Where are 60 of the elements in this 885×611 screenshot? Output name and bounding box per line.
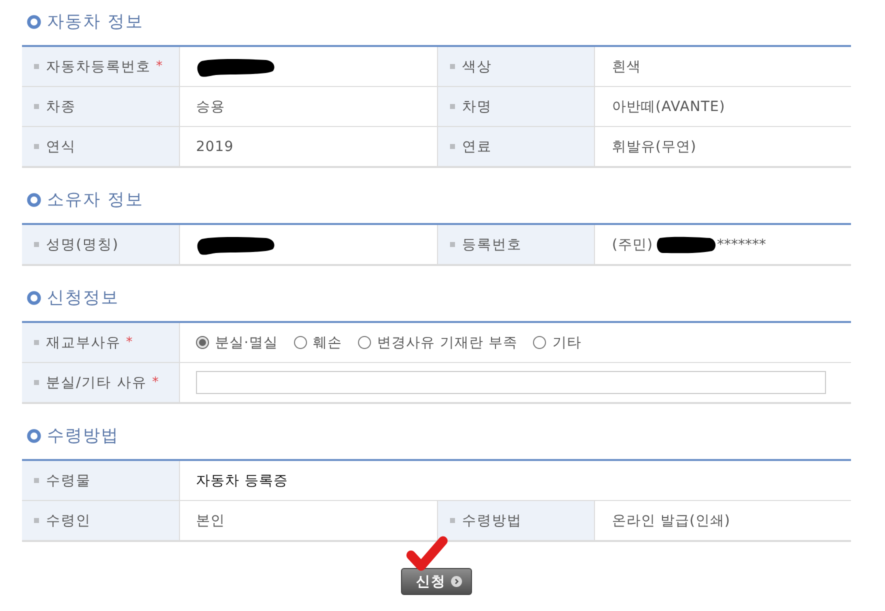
bullet-icon [34, 144, 39, 149]
bullet-icon [34, 104, 39, 109]
field-label: 성명(명칭) [46, 236, 119, 254]
text-input[interactable] [196, 371, 826, 394]
field-value: 자동차 등록증 [196, 472, 288, 490]
field-label: 수령방법 [462, 512, 522, 530]
ring-icon [27, 193, 41, 207]
submit-button[interactable]: 신청 [401, 568, 472, 595]
bullet-icon [450, 242, 455, 247]
redaction-mark [654, 234, 717, 254]
field-value: 본인 [196, 512, 225, 530]
required-mark: * [126, 335, 132, 350]
field-value: 휘발유(무연) [612, 138, 696, 156]
chevron-icon [451, 576, 462, 587]
field-value: 2019 [196, 138, 234, 154]
masked-digits: ******* [716, 236, 766, 252]
bullet-icon [450, 64, 455, 69]
bullet-icon [34, 64, 39, 69]
radio-button[interactable] [196, 336, 209, 349]
radio-option[interactable]: 기타 [533, 334, 582, 352]
field-label: 재교부사유 [46, 334, 121, 352]
radio-button[interactable] [533, 336, 546, 349]
bullet-icon [34, 380, 39, 385]
field-label: 연료 [462, 138, 492, 156]
bullet-icon [450, 104, 455, 109]
field-value: 승용 [196, 98, 225, 116]
bullet-icon [450, 144, 455, 149]
radio-button[interactable] [358, 336, 371, 349]
field-label: 수령인 [46, 512, 91, 530]
radio-option[interactable]: 변경사유 기재란 부족 [358, 334, 518, 352]
field-value: 온라인 발급(인쇄) [612, 512, 730, 530]
check-icon [405, 535, 449, 572]
radio-button[interactable] [294, 336, 307, 349]
required-mark: * [156, 59, 162, 74]
section-title: 소유자 정보 [47, 189, 144, 212]
field-value: (주민) [612, 236, 653, 254]
field-label: 색상 [462, 58, 492, 76]
field-label: 분실/기타 사유 [46, 374, 148, 392]
bullet-icon [34, 518, 39, 523]
section-title: 신청정보 [47, 287, 119, 310]
field-label: 등록번호 [462, 236, 522, 254]
ring-icon [27, 15, 41, 29]
radio-option[interactable]: 훼손 [294, 334, 342, 352]
field-value: 흰색 [612, 58, 641, 76]
section-title: 수령방법 [47, 425, 119, 448]
field-label: 차명 [462, 98, 492, 116]
bullet-icon [34, 478, 39, 483]
ring-icon [27, 291, 41, 305]
bullet-icon [450, 518, 455, 523]
ring-icon [27, 429, 41, 443]
field-label: 차종 [46, 98, 76, 116]
bullet-icon [34, 340, 39, 345]
field-label: 수령물 [46, 472, 91, 490]
field-value: 아반떼(AVANTE) [612, 98, 726, 116]
field-label: 연식 [46, 138, 76, 156]
bullet-icon [34, 242, 39, 247]
radio-option[interactable]: 분실·멸실 [196, 334, 278, 352]
required-mark: * [152, 375, 159, 390]
field-label: 자동차등록번호 [46, 58, 151, 76]
section-title: 자동차 정보 [47, 11, 144, 34]
